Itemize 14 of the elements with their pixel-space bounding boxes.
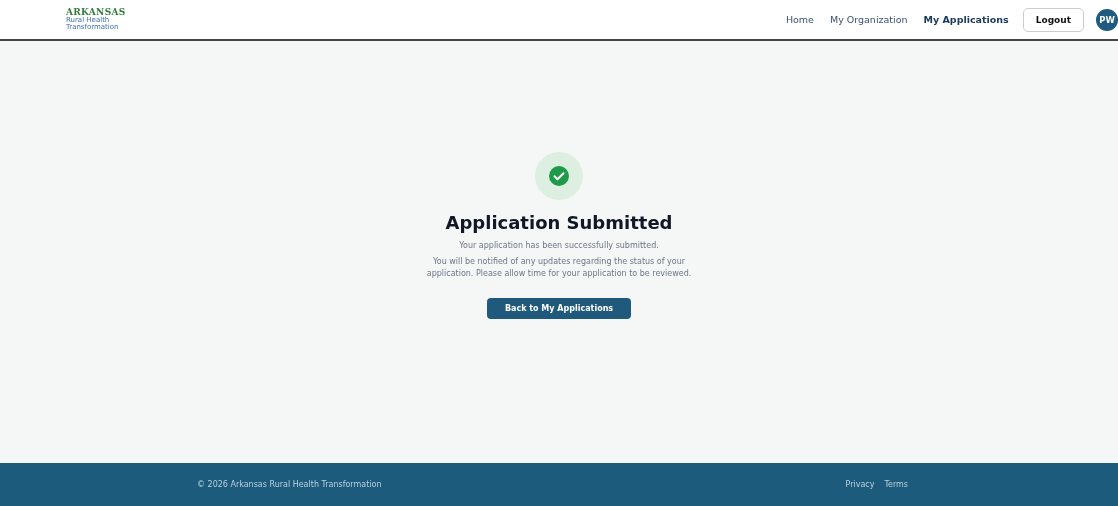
- logo-title: ARKANSAS: [66, 8, 126, 17]
- copyright-text: © 2026 Arkansas Rural Health Transformation: [197, 480, 382, 489]
- success-message: Your application has been successfully submitted.: [459, 241, 659, 250]
- page-title: Application Submitted: [445, 212, 673, 233]
- footer-link[interactable]: Terms: [884, 480, 908, 489]
- user-avatar[interactable]: PW: [1096, 8, 1118, 31]
- back-button[interactable]: Back to My Applications: [486, 297, 632, 319]
- logout-button[interactable]: Logout: [1022, 7, 1084, 32]
- success-icon: [535, 152, 583, 200]
- nav-link[interactable]: My Organization: [821, 14, 916, 25]
- nav-link[interactable]: My Applications: [915, 14, 1017, 25]
- nav-link[interactable]: Home: [777, 14, 822, 25]
- footer-link[interactable]: Privacy: [845, 480, 875, 489]
- details-text: You will be notified of any updates regarding the status of your application. Please allow time for your application to be reviewed.: [425, 256, 693, 281]
